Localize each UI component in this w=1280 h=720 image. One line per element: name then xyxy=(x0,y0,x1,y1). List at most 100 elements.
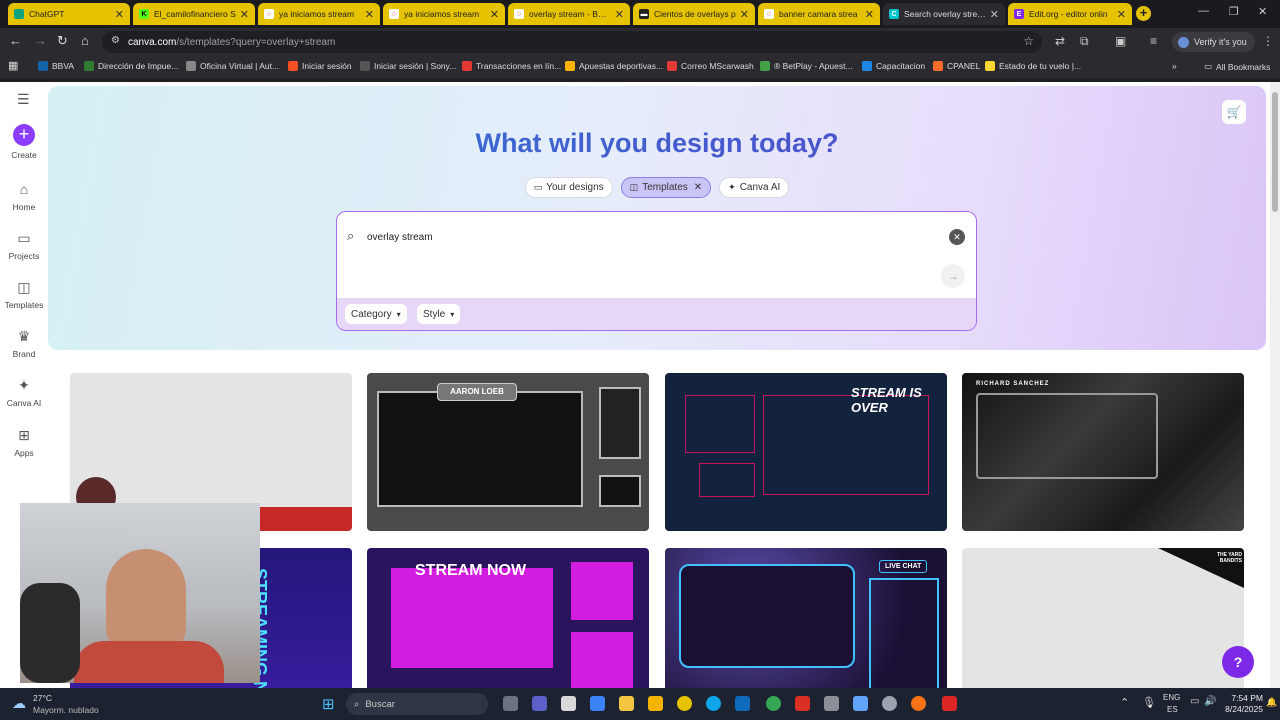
cart-icon[interactable]: 🛒 xyxy=(1222,100,1246,124)
rail-templates[interactable]: ◫ Templates xyxy=(0,278,48,310)
browser-tab-2[interactable]: ○ ya iniciamos stream ✕ xyxy=(258,3,380,25)
close-icon[interactable]: ✕ xyxy=(1117,8,1126,21)
bookmark-2[interactable]: Oficina Virtual | Aut... xyxy=(186,61,279,71)
restore-icon[interactable]: ❐ xyxy=(1229,5,1239,18)
notification-icon[interactable]: 🔔 xyxy=(1266,697,1277,708)
menu-icon[interactable]: ⋮ xyxy=(1262,34,1274,48)
close-icon[interactable]: ✕ xyxy=(365,8,374,21)
tray-chevron-icon[interactable]: ⌃ xyxy=(1120,696,1129,709)
clear-search-button[interactable]: ✕ xyxy=(949,229,965,245)
bookmark-0[interactable]: BBVA xyxy=(38,61,74,71)
all-bookmarks-button[interactable]: ▭ All Bookmarks xyxy=(1204,61,1270,72)
chrome-icon[interactable] xyxy=(766,696,781,711)
outlook-icon[interactable] xyxy=(735,696,750,711)
window-close-icon[interactable]: ✕ xyxy=(1258,5,1267,18)
app-red-icon[interactable] xyxy=(942,696,957,711)
browser-tab-4[interactable]: ○ overlay stream - Búsq ✕ xyxy=(508,3,630,25)
rail-apps[interactable]: ⊞ Apps xyxy=(0,426,48,458)
teams-icon[interactable] xyxy=(532,696,547,711)
copilot-icon[interactable] xyxy=(561,696,576,711)
verify-button[interactable]: Verify it's you xyxy=(1172,32,1255,52)
rail-brand[interactable]: ♛ Brand xyxy=(0,327,48,359)
more-bookmarks-icon[interactable]: » xyxy=(1172,61,1177,71)
bookmark-6[interactable]: Apuestas deportivas... xyxy=(565,61,663,71)
camera-icon[interactable] xyxy=(824,696,839,711)
templates-pill[interactable]: ◫ Templates ✕ xyxy=(620,177,712,198)
bookmark-3[interactable]: Iniciar sesión xyxy=(288,61,352,71)
category-filter[interactable]: Category ▾ xyxy=(345,304,407,324)
hamburger-menu-icon[interactable]: ☰ xyxy=(17,91,30,108)
obs-icon[interactable] xyxy=(911,696,926,711)
lang-top[interactable]: ENG xyxy=(1163,693,1180,702)
close-icon[interactable]: ✕ xyxy=(990,8,999,21)
close-icon[interactable]: ✕ xyxy=(490,8,499,21)
new-tab-button[interactable]: + xyxy=(1136,6,1151,21)
store-icon[interactable] xyxy=(590,696,605,711)
help-button[interactable]: ? xyxy=(1222,646,1254,678)
media-icon[interactable]: ≡ xyxy=(1150,34,1157,48)
sidepanel-icon[interactable]: ▣ xyxy=(1115,34,1126,48)
rail-create[interactable]: + Create xyxy=(0,124,48,160)
bookmark-11[interactable]: Estado de tu vuelo |... xyxy=(985,61,1081,71)
bookmark-7[interactable]: Correo MScarwash xyxy=(667,61,754,71)
rail-projects[interactable]: ▭ Projects xyxy=(0,229,48,261)
apps-grid-icon[interactable]: ▦ xyxy=(8,59,18,72)
bookmark-1[interactable]: Dirección de Impue... xyxy=(84,61,178,71)
template-card-2[interactable]: STREAM IS OVER xyxy=(665,373,947,531)
template-card-6[interactable]: LIVE CHAT xyxy=(665,548,947,688)
forward-icon[interactable]: → xyxy=(34,33,47,48)
close-icon[interactable]: ✕ xyxy=(615,8,624,21)
close-icon[interactable]: ✕ xyxy=(115,8,124,21)
pdf-icon[interactable] xyxy=(795,696,810,711)
template-card-3[interactable]: RICHARD SANCHEZ xyxy=(962,373,1244,531)
site-info-icon[interactable]: ⚙ xyxy=(111,35,120,46)
bookmark-star-icon[interactable]: ☆ xyxy=(1023,34,1034,48)
style-filter[interactable]: Style ▾ xyxy=(417,304,461,324)
file-explorer-icon[interactable] xyxy=(648,696,663,711)
mic-icon[interactable]: 🎙 xyxy=(1142,696,1156,709)
lang-bottom[interactable]: ES xyxy=(1167,705,1178,714)
rail-home[interactable]: ⌂ Home xyxy=(0,180,48,212)
minimize-icon[interactable]: — xyxy=(1198,5,1209,17)
bookmark-5[interactable]: Transacciones en lín... xyxy=(462,61,561,71)
network-icon[interactable]: ▭ xyxy=(1190,696,1199,707)
photos-icon[interactable] xyxy=(853,696,868,711)
close-icon[interactable]: ✕ xyxy=(240,8,249,21)
template-card-1[interactable]: AARON LOEB xyxy=(367,373,649,531)
bookmark-8[interactable]: ® BetPlay - Apuest... xyxy=(760,61,853,71)
extensions-icon[interactable]: ⧉ xyxy=(1080,34,1089,49)
windows-start-icon[interactable]: ⊞ xyxy=(322,695,335,713)
browser-tab-0[interactable]: ChatGPT ✕ xyxy=(8,3,130,25)
bookmark-4[interactable]: Iniciar sesión | Sony... xyxy=(360,61,456,71)
your-designs-pill[interactable]: ▭ Your designs xyxy=(524,177,613,198)
template-card-5[interactable]: STREAM NOW xyxy=(367,548,649,688)
translate-icon[interactable]: ⇄ xyxy=(1055,34,1065,48)
edge-icon[interactable] xyxy=(706,696,721,711)
address-bar[interactable]: ⚙ canva.com/s/templates?query=overlay+st… xyxy=(102,31,1042,53)
search-input[interactable] xyxy=(367,226,927,248)
template-card-7[interactable]: THE YARD BANDITS xyxy=(962,548,1244,688)
chrome-yellow-icon[interactable] xyxy=(677,696,692,711)
close-icon[interactable]: ✕ xyxy=(865,8,874,21)
rail-canva-ai[interactable]: ✦ Canva AI xyxy=(0,376,48,408)
reload-icon[interactable]: ↻ xyxy=(57,33,68,49)
browser-tab-1[interactable]: K El_camilofinanciero S ✕ xyxy=(133,3,255,25)
canva-ai-pill[interactable]: ✦ Canva AI xyxy=(719,177,790,198)
browser-tab-8[interactable]: E Edit.org - editor onlin ✕ xyxy=(1008,3,1132,25)
browser-tab-6[interactable]: ○ banner camara strea ✕ xyxy=(758,3,880,25)
explorer-icon[interactable] xyxy=(619,696,634,711)
page-scrollbar[interactable] xyxy=(1270,82,1280,688)
scrollbar-thumb[interactable] xyxy=(1272,92,1278,212)
taskbar-search[interactable]: ⌕ Buscar xyxy=(346,693,488,715)
close-icon[interactable]: ✕ xyxy=(740,8,749,21)
task-view-icon[interactable] xyxy=(503,696,518,711)
home-icon[interactable]: ⌂ xyxy=(81,33,89,48)
browser-tab-3[interactable]: ○ ya iniciamos stream ✕ xyxy=(383,3,505,25)
settings-icon[interactable] xyxy=(882,696,897,711)
bookmark-9[interactable]: Capacitacion xyxy=(862,61,925,71)
close-icon[interactable]: ✕ xyxy=(694,182,702,193)
browser-tab-7[interactable]: C Search overlay stream ✕ xyxy=(883,3,1005,25)
taskbar-clock[interactable]: 7:54 PM 8/24/2025 xyxy=(1205,693,1263,715)
submit-arrow-button[interactable]: → xyxy=(941,264,965,288)
bookmark-10[interactable]: CPANEL xyxy=(933,61,980,71)
